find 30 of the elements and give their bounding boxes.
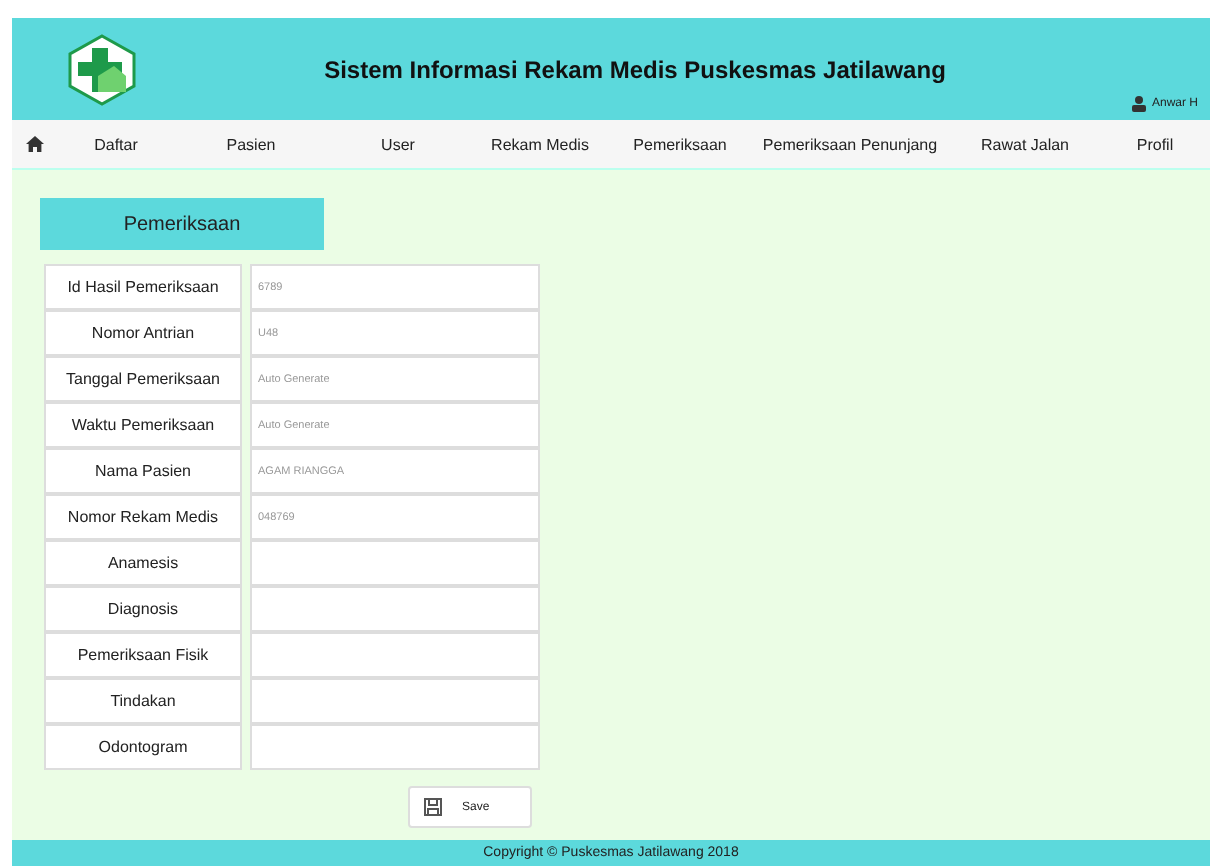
field-label: Nama Pasien [44, 448, 242, 494]
field-label: Tindakan [44, 678, 242, 724]
input-field[interactable] [250, 724, 540, 770]
user-icon [1131, 96, 1146, 112]
form-title: Pemeriksaan [40, 198, 324, 250]
field-label: Nomor Rekam Medis [44, 494, 242, 540]
app-title: Sistem Informasi Rekam Medis Puskesmas Jatilawang [322, 55, 948, 83]
nav-link[interactable]: Pemeriksaan [610, 135, 750, 153]
input-field[interactable] [250, 678, 540, 724]
nav-link[interactable]: Profil [1100, 135, 1210, 153]
nav-link[interactable]: Pemeriksaan Penunjang [750, 135, 950, 153]
input-field[interactable] [250, 632, 540, 678]
field-label: Waktu Pemeriksaan [44, 402, 242, 448]
nav-link[interactable]: Rekam Medis [470, 135, 610, 153]
input-field[interactable] [250, 540, 540, 586]
field-label: Anamesis [44, 540, 242, 586]
nav-link[interactable]: Pasien [176, 135, 326, 153]
field-label: Id Hasil Pemeriksaan [44, 264, 242, 310]
field-label: Pemeriksaan Fisik [44, 632, 242, 678]
field-label: Nomor Antrian [44, 310, 242, 356]
nav-link[interactable]: Rawat Jalan [950, 135, 1100, 153]
input-field[interactable] [250, 586, 540, 632]
field-label: Odontogram [44, 724, 242, 770]
field-label: Tanggal Pemeriksaan [44, 356, 242, 402]
nav-link[interactable]: User [326, 135, 470, 153]
field-label: Diagnosis [44, 586, 242, 632]
nav-link[interactable]: Daftar [56, 135, 176, 153]
home-icon[interactable] [25, 136, 43, 152]
save-icon [424, 798, 442, 816]
logo-icon [64, 31, 140, 107]
